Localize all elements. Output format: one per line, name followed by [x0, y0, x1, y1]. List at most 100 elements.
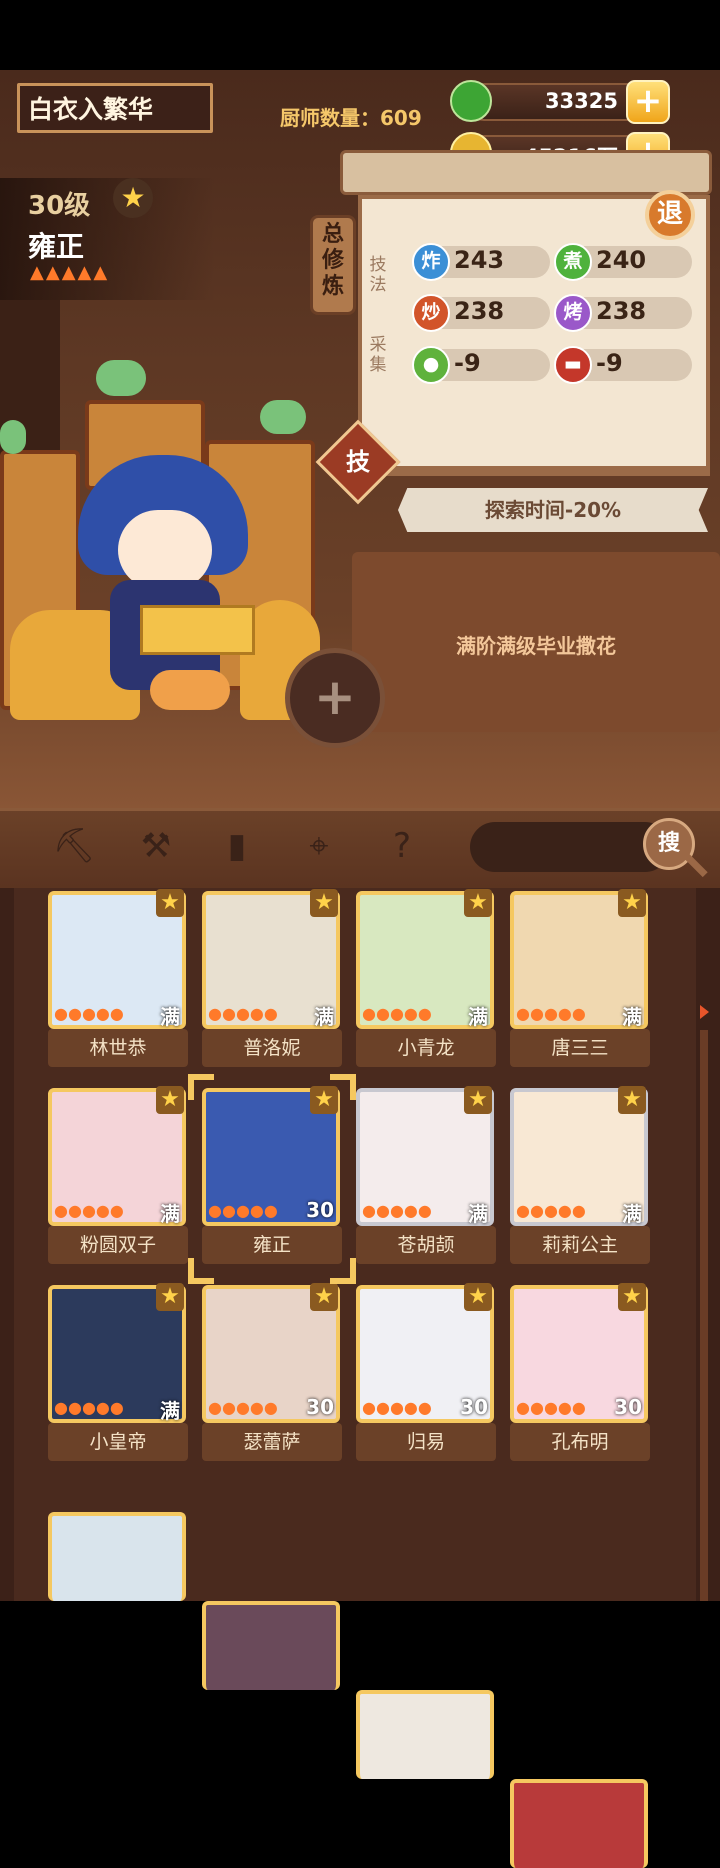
flame-icon: ● [81, 1004, 96, 1023]
flame-rating: ●●●●● [208, 1398, 278, 1418]
star-icon: ★ [464, 889, 492, 917]
flame-icon: ● [403, 1398, 418, 1417]
chef-card[interactable]: ★ ●●●●● 满小皇帝 [48, 1283, 188, 1479]
flame-rating: ●●●●● [54, 1398, 124, 1418]
flame-icon: ● [95, 1004, 110, 1023]
chef-card[interactable]: ★ ●●●●● 30 归易 [356, 1283, 496, 1479]
chef-card[interactable]: ★ ●●●●● 满莉莉公主 [510, 1086, 650, 1282]
flame-icon: ● [67, 1398, 82, 1417]
chef-card[interactable]: ★ ●●●●● 满小青龙 [356, 889, 496, 1085]
flame-icon: ● [67, 1004, 82, 1023]
selection-corner [330, 1074, 356, 1100]
flame-icon: ● [417, 1201, 432, 1220]
star-icon: ★ [156, 1283, 184, 1311]
chef-card-partial[interactable] [510, 1779, 648, 1868]
card-level: 30 [306, 1198, 334, 1222]
card-name: 小青龙 [356, 1029, 496, 1067]
card-level: 满 [622, 1202, 642, 1226]
panel-divider [358, 466, 710, 476]
star-icon: ★ [464, 1086, 492, 1114]
jar-icon[interactable]: ▮ [213, 822, 261, 870]
flame-icon: ● [362, 1004, 376, 1023]
card-name: 唐三三 [510, 1029, 650, 1067]
flame-icon: ● [263, 1201, 278, 1220]
search-input[interactable] [470, 822, 670, 872]
flame-icon: ▲ [93, 262, 110, 283]
flame-icon: ● [417, 1398, 432, 1417]
add-equipment-button[interactable]: + [285, 648, 385, 748]
flame-icon: ● [249, 1004, 264, 1023]
chef-card[interactable]: ★ ●●●●● 满苍胡颉 [356, 1086, 496, 1282]
chef-card[interactable]: ★ ●●●●● 30 雍正 [202, 1086, 342, 1282]
flame-icon: ● [375, 1398, 390, 1417]
total-training-tab[interactable]: 总修炼 [310, 215, 356, 315]
map-question-icon[interactable]: ? [378, 822, 426, 870]
chef-card-partial[interactable] [356, 1690, 494, 1779]
flame-icon: ▲ [61, 262, 78, 283]
fry-icon: 炸 [412, 243, 450, 281]
chef-card[interactable]: ★ ●●●●● 满林世恭 [48, 889, 188, 1085]
card-level: 满 [468, 1202, 488, 1226]
flame-icon: ● [362, 1201, 376, 1220]
chef-card[interactable]: ★ ●●●●● 满粉圆双子 [48, 1086, 188, 1282]
selection-corner [188, 1074, 214, 1100]
chef-level: 30级 [28, 191, 91, 221]
flame-icon: ● [221, 1004, 236, 1023]
star-icon: ★ [156, 1086, 184, 1114]
flame-icon: ● [516, 1004, 530, 1023]
chef-memo[interactable]: 满阶满级毕业撒花 [352, 630, 720, 659]
flame-icon: ● [571, 1004, 586, 1023]
player-name-box[interactable]: 白衣入繁华 [17, 83, 213, 133]
flame-rating: ●●●●● [516, 1201, 586, 1221]
flame-icon: ● [403, 1201, 418, 1220]
exit-button[interactable]: 退 [645, 190, 695, 240]
chef-card[interactable]: ★ ●●●●● 满唐三三 [510, 889, 650, 1085]
card-name: 归易 [356, 1423, 496, 1461]
scroll-top-rod [340, 150, 712, 195]
star-icon: ★ [464, 1283, 492, 1311]
flame-icon: ● [95, 1398, 110, 1417]
book [140, 605, 255, 655]
flame-icon: ● [543, 1201, 558, 1220]
star-icon: ★ [618, 889, 646, 917]
flame-rating: ●●●●● [54, 1004, 124, 1024]
flame-icon: ● [571, 1201, 586, 1220]
green-bird-right [260, 400, 306, 434]
gather-label: 采集 [369, 335, 387, 375]
chef-card[interactable]: ★ ●●●●● 30 孔布明 [510, 1283, 650, 1479]
location-icon[interactable]: ⌖ [295, 822, 343, 870]
card-level: 30 [614, 1395, 642, 1419]
flame-rating: ●●●●● [362, 1398, 432, 1418]
flame-icon: ● [81, 1398, 96, 1417]
chef-card[interactable]: ★ ●●●●● 满普洛妮 [202, 889, 342, 1085]
skill-button-label[interactable]: 技 [328, 432, 388, 492]
flame-icon: ● [221, 1201, 236, 1220]
fork-icon[interactable]: ⚒ [132, 822, 180, 870]
chef-card[interactable]: ★ ●●●●● 30 瑟蕾萨 [202, 1283, 342, 1479]
flame-icon: ● [571, 1398, 586, 1417]
flame-rating: ▲▲▲▲▲ [30, 262, 150, 284]
roast-icon: 烤 [554, 294, 592, 332]
chef-count: 厨师数量：609 [280, 106, 422, 130]
star-icon: ★ [618, 1283, 646, 1311]
flame-icon: ● [543, 1398, 558, 1417]
jade-icon [450, 80, 492, 122]
jade-value: 33325 [544, 89, 618, 113]
card-level: 满 [160, 1399, 180, 1423]
flame-icon: ● [557, 1398, 572, 1417]
flame-icon: ● [109, 1004, 124, 1023]
grid-scrollbar[interactable] [700, 1030, 708, 1601]
flame-rating: ●●●●● [516, 1004, 586, 1024]
flame-icon: ● [109, 1201, 124, 1220]
flame-icon: ● [249, 1398, 264, 1417]
shovel-icon[interactable]: ⛏ [50, 822, 98, 870]
chef-card-partial[interactable] [48, 1512, 186, 1601]
flame-icon: ▲ [45, 262, 62, 283]
chef-card-partial[interactable] [202, 1601, 340, 1690]
add-jade-button[interactable]: + [626, 80, 670, 124]
orange-cat [150, 670, 230, 710]
flame-icon: ● [54, 1398, 68, 1417]
flame-icon: ● [109, 1398, 124, 1417]
boil-value: 240 [596, 246, 647, 274]
flame-rating: ●●●●● [516, 1398, 586, 1418]
